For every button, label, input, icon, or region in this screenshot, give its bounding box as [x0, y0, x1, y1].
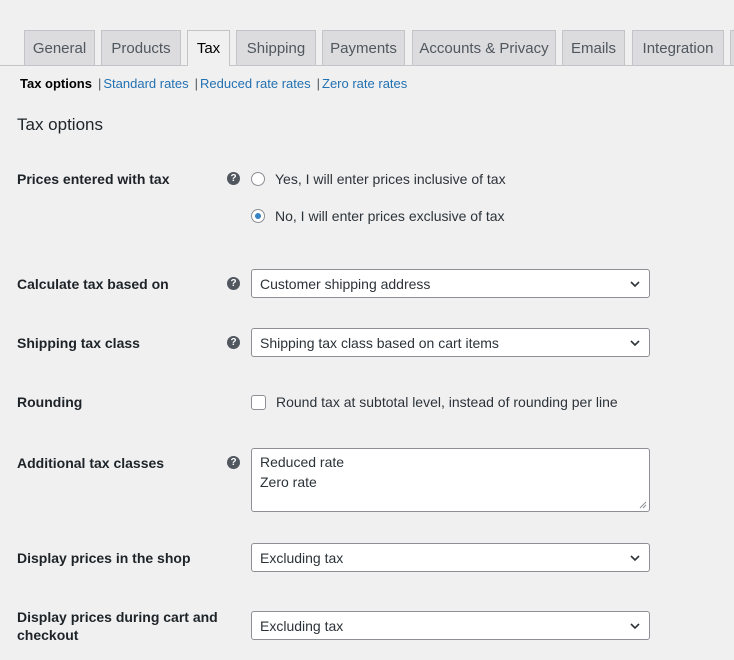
rounding-option[interactable]: Round tax at subtotal level, instead of …: [251, 394, 618, 410]
section-separator: |: [97, 76, 102, 91]
section-links: Tax options | Standard rates | Reduced rate …: [20, 76, 407, 91]
chevron-down-icon: [630, 555, 640, 562]
shipping-tax-class-value: Shipping tax class based on cart items: [260, 334, 499, 351]
tab-accounts-privacy[interactable]: Accounts & Privacy: [412, 30, 556, 65]
additional-classes-label: Additional tax classes: [17, 455, 165, 471]
tab-integration[interactable]: Integration: [632, 30, 724, 65]
section-current: Tax options: [20, 76, 92, 91]
help-icon[interactable]: ?: [227, 456, 240, 469]
display-cart-value: Excluding tax: [260, 617, 344, 634]
settings-tabs: General Products Tax Shipping Payments A…: [0, 0, 734, 66]
chevron-down-icon: [630, 281, 640, 288]
section-separator: |: [316, 76, 321, 91]
tab-products[interactable]: Products: [101, 30, 181, 65]
radio-inclusive[interactable]: Yes, I will enter prices inclusive of ta…: [251, 171, 506, 187]
help-icon[interactable]: ?: [227, 336, 240, 349]
textarea-line: Reduced rate: [260, 454, 345, 470]
tab-overflow[interactable]: [730, 30, 734, 65]
radio-exclusive[interactable]: No, I will enter prices exclusive of tax: [251, 208, 505, 224]
tab-general[interactable]: General: [24, 30, 95, 65]
calculate-based-on-value: Customer shipping address: [260, 275, 431, 292]
rounding-checkbox-label: Round tax at subtotal level, instead of …: [276, 394, 618, 410]
radio-exclusive-label: No, I will enter prices exclusive of tax: [275, 208, 505, 224]
shipping-tax-class-label: Shipping tax class: [17, 335, 140, 351]
tab-shipping[interactable]: Shipping: [236, 30, 316, 65]
section-link-zero-rate-rates[interactable]: Zero rate rates: [322, 76, 407, 91]
radio-inclusive-control[interactable]: [251, 172, 265, 186]
help-icon[interactable]: ?: [227, 277, 240, 290]
display-cart-label-line1: Display prices during cart and: [17, 609, 218, 625]
additional-classes-textarea[interactable]: Reduced rate Zero rate: [251, 448, 650, 512]
radio-exclusive-control[interactable]: [251, 209, 265, 223]
section-link-reduced-rate-rates[interactable]: Reduced rate rates: [200, 76, 311, 91]
calculate-based-on-label: Calculate tax based on: [17, 276, 169, 292]
display-shop-select[interactable]: Excluding tax: [251, 543, 650, 572]
rounding-checkbox[interactable]: [251, 394, 266, 410]
radio-inclusive-label: Yes, I will enter prices inclusive of ta…: [275, 171, 506, 187]
display-cart-select[interactable]: Excluding tax: [251, 611, 650, 640]
chevron-down-icon: [630, 340, 640, 347]
section-separator: |: [194, 76, 199, 91]
display-shop-value: Excluding tax: [260, 549, 344, 566]
section-link-standard-rates[interactable]: Standard rates: [103, 76, 188, 91]
help-icon[interactable]: ?: [227, 172, 240, 185]
display-cart-label: Display prices during cart and checkout: [17, 608, 218, 644]
rounding-label: Rounding: [17, 394, 83, 410]
textarea-line: Zero rate: [260, 474, 317, 490]
resize-grip-icon[interactable]: [639, 501, 647, 509]
prices-entered-label: Prices entered with tax: [17, 171, 170, 187]
chevron-down-icon: [630, 623, 640, 630]
display-shop-label: Display prices in the shop: [17, 550, 191, 566]
page-title: Tax options: [17, 115, 103, 134]
shipping-tax-class-select[interactable]: Shipping tax class based on cart items: [251, 328, 650, 357]
tab-payments[interactable]: Payments: [322, 30, 405, 65]
tab-emails[interactable]: Emails: [562, 30, 625, 65]
tab-tax[interactable]: Tax: [187, 30, 230, 66]
display-cart-label-line2: checkout: [17, 627, 79, 643]
calculate-based-on-select[interactable]: Customer shipping address: [251, 269, 650, 298]
